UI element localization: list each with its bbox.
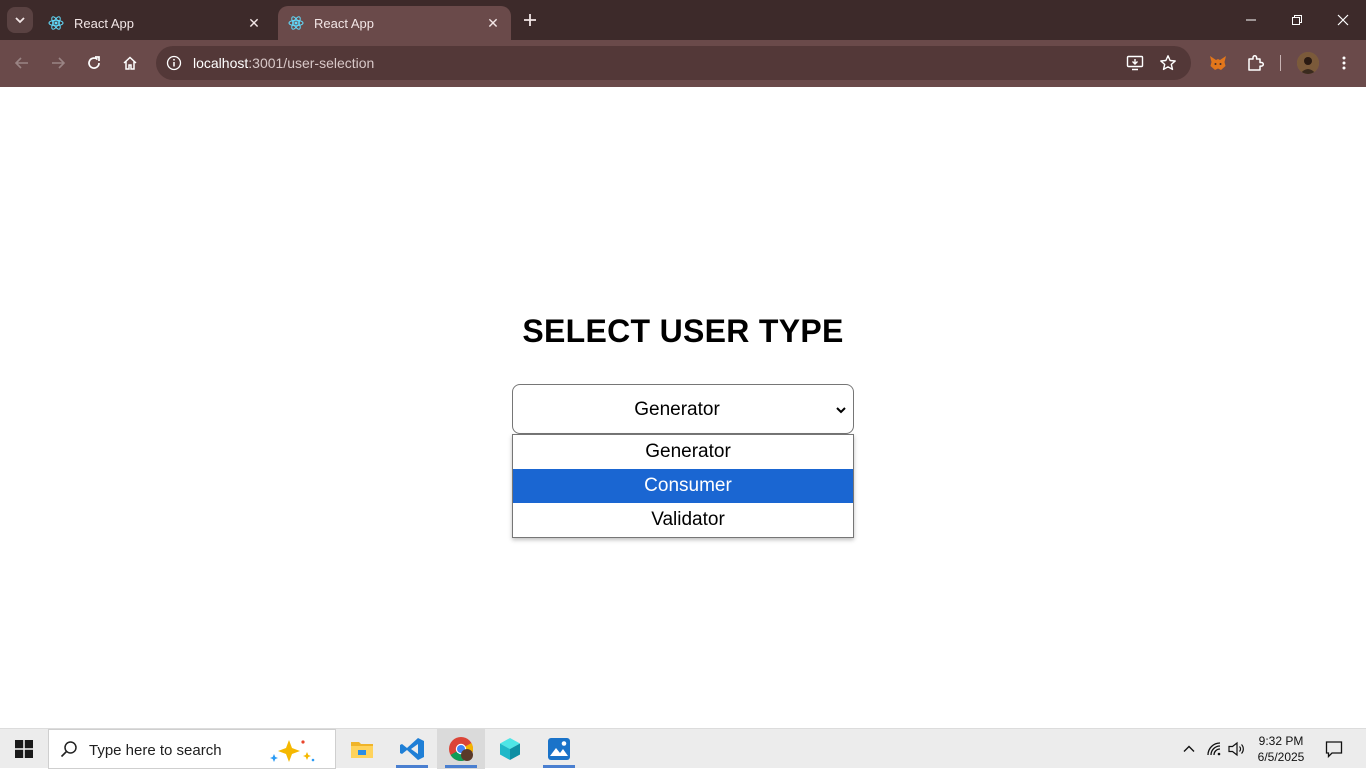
notification-icon bbox=[1325, 741, 1343, 758]
start-button[interactable] bbox=[0, 729, 48, 769]
taskbar-file-explorer[interactable] bbox=[338, 729, 386, 769]
taskbar-chrome[interactable] bbox=[437, 729, 485, 769]
forward-button[interactable] bbox=[44, 50, 72, 76]
home-icon bbox=[123, 56, 137, 70]
taskbar-clock[interactable]: 9:32 PM 6/5/2025 bbox=[1250, 733, 1312, 765]
option-generator[interactable]: Generator bbox=[513, 435, 853, 469]
copilot-sparkle-icon bbox=[270, 740, 315, 762]
search-icon bbox=[60, 741, 77, 758]
vscode-icon bbox=[400, 738, 424, 760]
minimize-button[interactable] bbox=[1228, 0, 1274, 40]
page-title: SELECT USER TYPE bbox=[522, 313, 844, 349]
folder-icon bbox=[351, 742, 373, 758]
cube-icon bbox=[500, 738, 520, 760]
close-icon bbox=[1337, 14, 1349, 26]
url-host: localhost bbox=[193, 55, 249, 71]
site-info-icon[interactable] bbox=[164, 53, 184, 73]
user-type-dropdown-list: Generator Consumer Validator bbox=[512, 434, 854, 538]
address-url: localhost:3001/user-selection bbox=[193, 55, 374, 71]
back-button[interactable] bbox=[8, 50, 36, 76]
volume-tray-button[interactable] bbox=[1226, 729, 1248, 769]
metamask-extension-icon[interactable] bbox=[1207, 52, 1229, 74]
browser-tab-2-active[interactable]: React App ✕ bbox=[278, 6, 511, 40]
chevron-down-icon bbox=[836, 407, 846, 414]
user-type-select[interactable]: Generator bbox=[512, 384, 854, 434]
option-validator[interactable]: Validator bbox=[513, 503, 853, 537]
minimize-icon bbox=[1246, 19, 1256, 21]
tab-title: React App bbox=[314, 15, 374, 31]
restore-icon bbox=[1292, 15, 1302, 25]
clock-time: 9:32 PM bbox=[1258, 734, 1304, 748]
chrome-icon bbox=[449, 737, 474, 762]
react-logo-icon bbox=[48, 15, 64, 31]
address-bar[interactable]: localhost:3001/user-selection bbox=[156, 46, 1191, 80]
photos-icon bbox=[548, 738, 570, 760]
wifi-icon bbox=[1207, 742, 1221, 756]
windows-logo-icon bbox=[15, 740, 33, 758]
show-hidden-icons-button[interactable] bbox=[1178, 729, 1200, 769]
close-window-button[interactable] bbox=[1320, 0, 1366, 40]
install-app-icon[interactable] bbox=[1125, 53, 1145, 73]
restore-button[interactable] bbox=[1274, 0, 1320, 40]
bookmark-star-icon[interactable] bbox=[1158, 53, 1178, 73]
browser-tab-strip: React App ✕ React App ✕ bbox=[0, 0, 1366, 40]
browser-toolbar: localhost:3001/user-selection bbox=[0, 40, 1366, 87]
close-tab-icon[interactable]: ✕ bbox=[244, 13, 264, 33]
react-logo-icon bbox=[288, 15, 304, 31]
reload-icon bbox=[88, 56, 100, 69]
page-content: SELECT USER TYPE Generator Generator Con… bbox=[0, 87, 1366, 728]
arrow-left-icon bbox=[14, 57, 28, 69]
browser-tab-1[interactable]: React App ✕ bbox=[38, 6, 272, 40]
speaker-icon bbox=[1228, 741, 1244, 757]
home-button[interactable] bbox=[116, 50, 144, 76]
profile-avatar[interactable] bbox=[1297, 52, 1319, 74]
arrow-right-icon bbox=[52, 57, 66, 69]
plus-icon bbox=[524, 14, 536, 26]
reload-button[interactable] bbox=[80, 50, 108, 76]
new-tab-button[interactable] bbox=[519, 9, 541, 31]
taskbar-vscode[interactable] bbox=[388, 729, 436, 769]
browser-menu-icon[interactable] bbox=[1333, 52, 1355, 74]
taskbar-search-box[interactable]: Type here to search bbox=[48, 729, 336, 769]
clock-date: 6/5/2025 bbox=[1257, 750, 1305, 764]
chevron-up-icon bbox=[1183, 745, 1195, 752]
notifications-button[interactable] bbox=[1320, 729, 1348, 769]
taskbar-search-placeholder: Type here to search bbox=[89, 742, 222, 759]
windows-taskbar: Type here to search 9:32 PM 6/5/2025 bbox=[0, 728, 1366, 769]
toolbar-separator bbox=[1280, 55, 1281, 71]
url-path: :3001/user-selection bbox=[248, 55, 375, 71]
tab-title: React App bbox=[74, 15, 134, 31]
taskbar-3d-app[interactable] bbox=[486, 729, 534, 769]
taskbar-photos[interactable] bbox=[535, 729, 583, 769]
close-tab-icon[interactable]: ✕ bbox=[483, 13, 503, 33]
chevron-down-icon bbox=[15, 17, 25, 24]
option-consumer[interactable]: Consumer bbox=[513, 469, 853, 503]
selected-value: Generator bbox=[634, 399, 720, 420]
tab-search-button[interactable] bbox=[7, 7, 33, 33]
network-tray-button[interactable] bbox=[1204, 729, 1224, 769]
extensions-puzzle-icon[interactable] bbox=[1244, 52, 1266, 74]
